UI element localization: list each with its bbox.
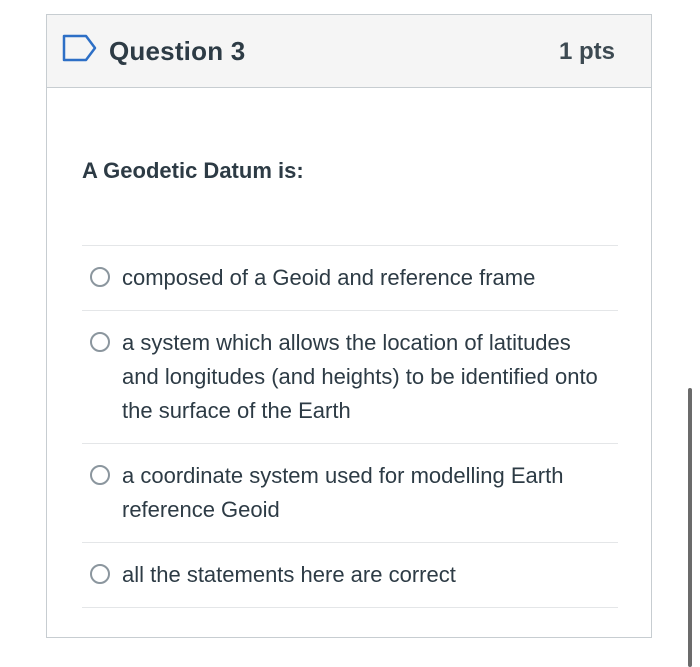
question-card: Question 3 1 pts A Geodetic Datum is: co…: [46, 14, 652, 638]
radio-button[interactable]: [90, 564, 110, 584]
answer-label[interactable]: composed of a Geoid and reference frame: [122, 261, 535, 295]
answer-label[interactable]: all the statements here are correct: [122, 558, 456, 592]
question-points: 1 pts: [558, 38, 615, 65]
radio-button[interactable]: [90, 267, 110, 287]
scrollbar[interactable]: [688, 388, 692, 667]
answer-option[interactable]: all the statements here are correct: [82, 543, 618, 608]
answer-option[interactable]: composed of a Geoid and reference frame: [82, 246, 618, 311]
question-header: Question 3 1 pts: [47, 15, 651, 88]
question-title: Question 3: [109, 36, 246, 66]
radio-button[interactable]: [90, 332, 110, 352]
question-text: A Geodetic Datum is:: [82, 158, 304, 183]
radio-button[interactable]: [90, 465, 110, 485]
flag-outline-icon[interactable]: [62, 34, 98, 62]
answer-option[interactable]: a system which allows the location of la…: [82, 311, 618, 444]
answer-list: composed of a Geoid and reference frame …: [82, 245, 618, 608]
answer-label[interactable]: a coordinate system used for modelling E…: [122, 459, 612, 527]
answer-option[interactable]: a coordinate system used for modelling E…: [82, 444, 618, 543]
answer-label[interactable]: a system which allows the location of la…: [122, 326, 612, 428]
